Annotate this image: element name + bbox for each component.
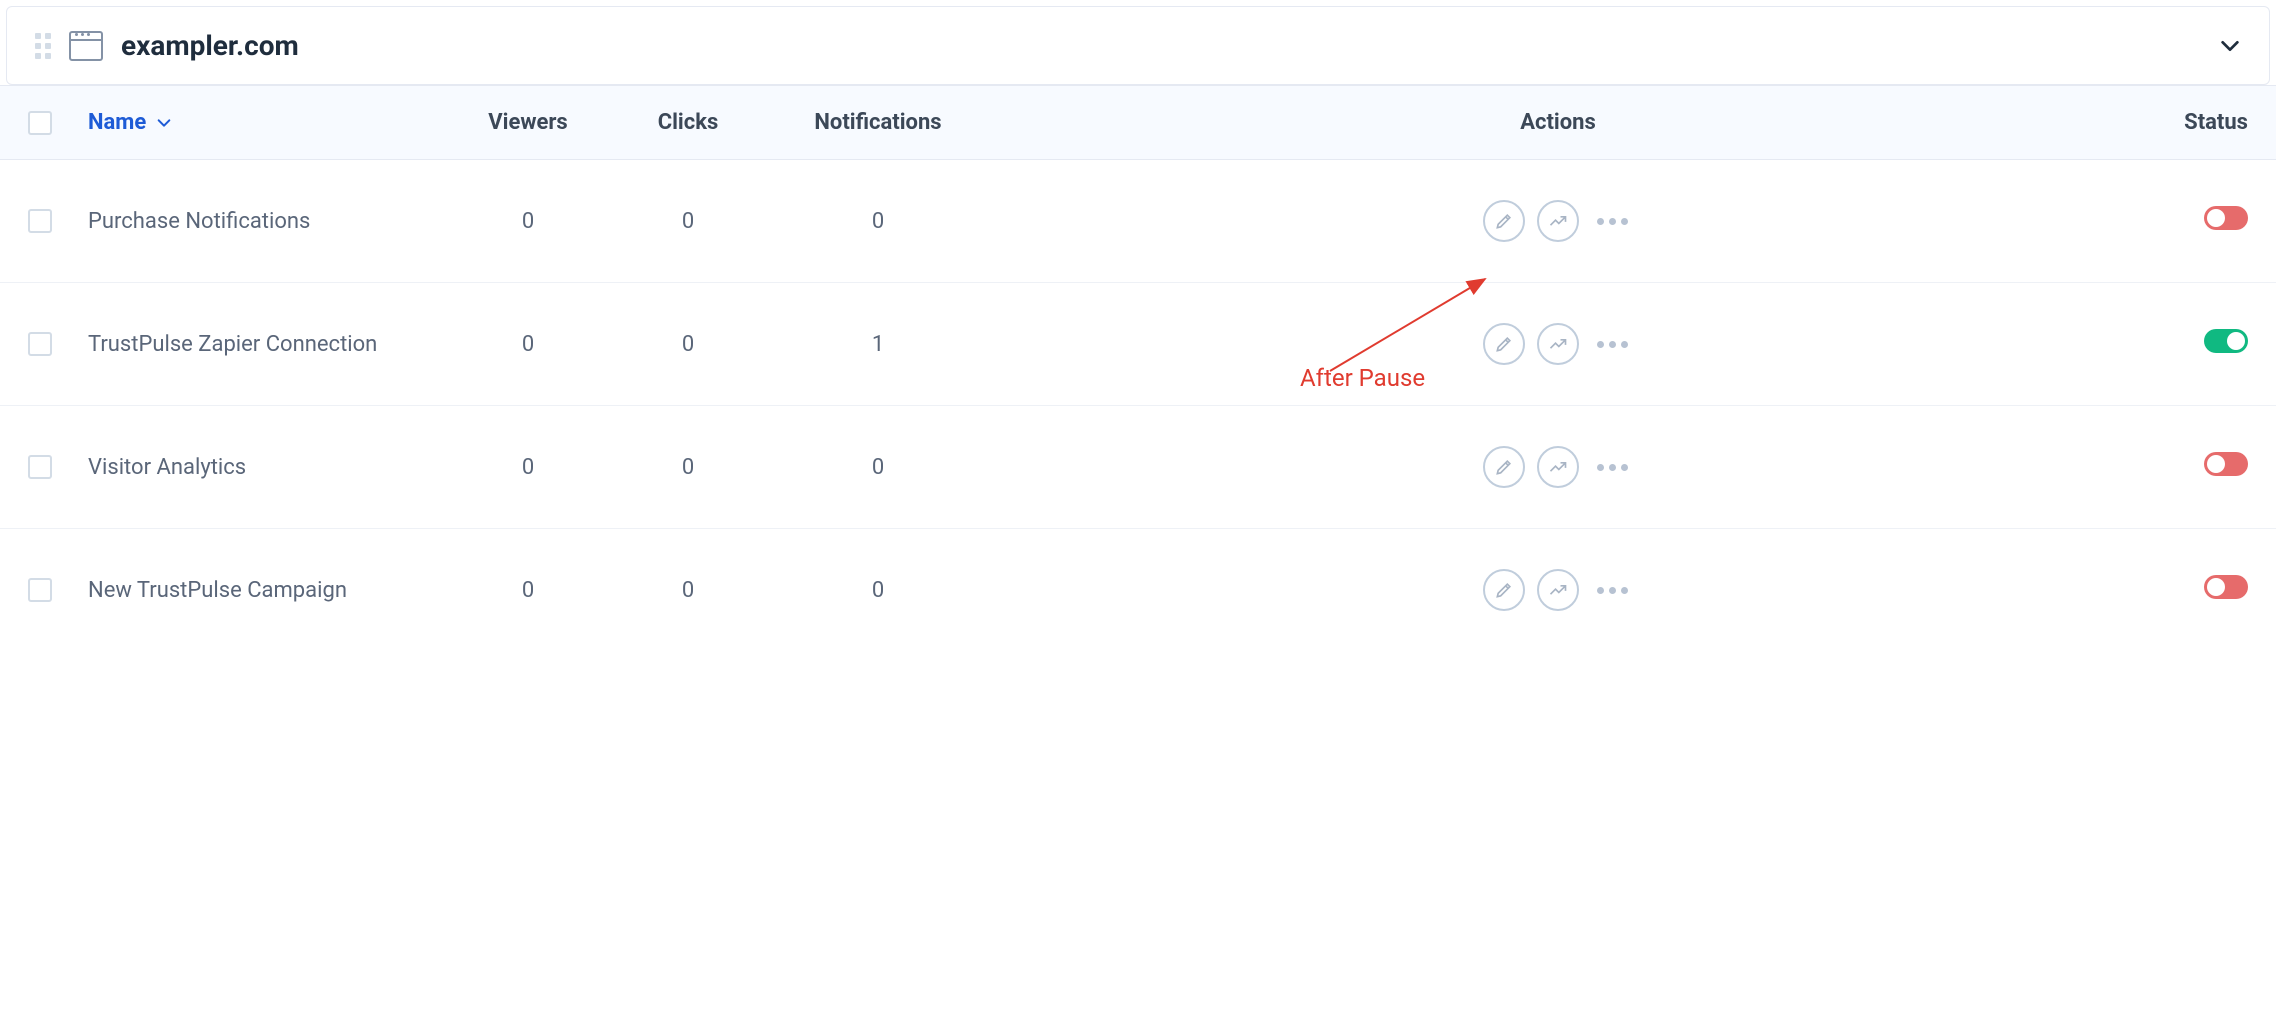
table-row: New TrustPulse Campaign 0 0 0 xyxy=(0,529,2276,651)
pencil-icon xyxy=(1494,580,1514,600)
row-notifications: 0 xyxy=(768,209,988,234)
trend-icon xyxy=(1548,211,1568,231)
table-header: Name Viewers Clicks Notifications Action… xyxy=(0,85,2276,160)
row-name: Visitor Analytics xyxy=(88,455,448,480)
row-name: New TrustPulse Campaign xyxy=(88,578,448,603)
column-name-label: Name xyxy=(88,110,146,135)
pencil-icon xyxy=(1494,211,1514,231)
select-all-checkbox[interactable] xyxy=(28,111,52,135)
row-notifications: 0 xyxy=(768,455,988,480)
row-name: Purchase Notifications xyxy=(88,209,448,234)
analytics-button[interactable] xyxy=(1537,200,1579,242)
more-button[interactable] xyxy=(1591,212,1634,231)
trend-icon xyxy=(1548,457,1568,477)
column-status-label: Status xyxy=(2128,110,2248,135)
row-viewers: 0 xyxy=(448,455,608,480)
trend-icon xyxy=(1548,580,1568,600)
site-title: exampler.com xyxy=(121,29,2201,62)
row-clicks: 0 xyxy=(608,455,768,480)
row-viewers: 0 xyxy=(448,578,608,603)
row-clicks: 0 xyxy=(608,209,768,234)
row-checkbox[interactable] xyxy=(28,332,52,356)
table-row: TrustPulse Zapier Connection 0 0 1 xyxy=(0,283,2276,406)
status-toggle[interactable] xyxy=(2204,206,2248,230)
column-viewers-label: Viewers xyxy=(448,110,608,135)
trend-icon xyxy=(1548,334,1568,354)
chevron-down-icon xyxy=(156,115,172,131)
status-toggle[interactable] xyxy=(2204,575,2248,599)
window-icon xyxy=(69,31,103,61)
column-clicks-label: Clicks xyxy=(608,110,768,135)
more-button[interactable] xyxy=(1591,458,1634,477)
status-toggle[interactable] xyxy=(2204,452,2248,476)
row-viewers: 0 xyxy=(448,332,608,357)
column-notifications-label: Notifications xyxy=(768,110,988,135)
pencil-icon xyxy=(1494,457,1514,477)
more-button[interactable] xyxy=(1591,335,1634,354)
edit-button[interactable] xyxy=(1483,446,1525,488)
row-checkbox[interactable] xyxy=(28,209,52,233)
chevron-down-icon[interactable] xyxy=(2219,35,2241,57)
edit-button[interactable] xyxy=(1483,323,1525,365)
column-actions-label: Actions xyxy=(988,110,2128,135)
table-row: Purchase Notifications 0 0 0 xyxy=(0,160,2276,283)
pencil-icon xyxy=(1494,334,1514,354)
analytics-button[interactable] xyxy=(1537,569,1579,611)
analytics-button[interactable] xyxy=(1537,446,1579,488)
edit-button[interactable] xyxy=(1483,569,1525,611)
edit-button[interactable] xyxy=(1483,200,1525,242)
row-notifications: 1 xyxy=(768,332,988,357)
row-clicks: 0 xyxy=(608,332,768,357)
row-notifications: 0 xyxy=(768,578,988,603)
site-panel: exampler.com xyxy=(6,6,2270,85)
row-name: TrustPulse Zapier Connection xyxy=(88,332,448,357)
column-name-sort[interactable]: Name xyxy=(88,110,172,135)
analytics-button[interactable] xyxy=(1537,323,1579,365)
row-checkbox[interactable] xyxy=(28,455,52,479)
panel-header: exampler.com xyxy=(7,7,2269,84)
row-clicks: 0 xyxy=(608,578,768,603)
table-row: Visitor Analytics 0 0 0 xyxy=(0,406,2276,529)
drag-handle-icon[interactable] xyxy=(35,33,51,59)
status-toggle[interactable] xyxy=(2204,329,2248,353)
row-viewers: 0 xyxy=(448,209,608,234)
row-checkbox[interactable] xyxy=(28,578,52,602)
more-button[interactable] xyxy=(1591,581,1634,600)
